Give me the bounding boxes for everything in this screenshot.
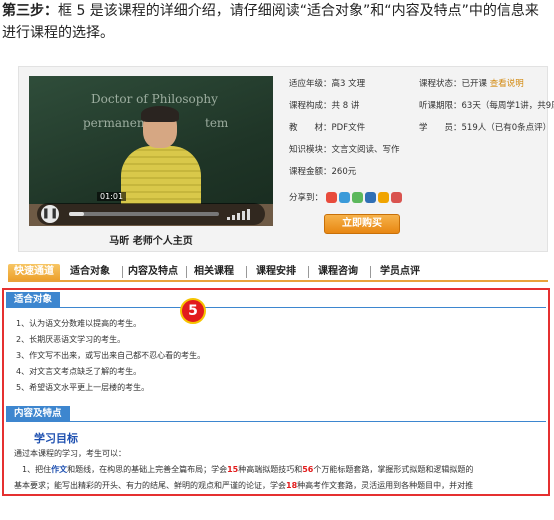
info-row-period: 听课期限：63天（每周学1讲，共9周） [419,99,554,113]
goal-text: 基本要求；能写出精彩的开头、有力的结尾、鲜明的观点和严谨的论证，学会 [14,481,286,490]
goal-paragraph-line-1: 1、把住作文和题线，在构思的基础上完善全篇布局；学会15种高端拟题技巧和56个万… [22,462,473,478]
volume-icon[interactable] [227,208,257,220]
list-item: 3、作文写不出来，或写出来自己都不忍心看的考生。 [16,351,206,360]
info-row-students: 学 员：519人（已有0条点评） [419,121,551,135]
share-kaixin-icon[interactable] [364,192,376,203]
step-label: 第三步： [2,3,58,19]
instruction-line-1: 框 5 是该课程的详细介绍，请仔细阅读“适合对象”和“内容及特点”中的信息来 [58,3,539,19]
video-player[interactable]: Doctor of Philosophy permanent tem ❚❚ 01… [29,76,273,226]
goal-highlight: 作文 [51,465,68,474]
goal-text: 1、把住 [22,465,52,474]
course-summary-box: Doctor of Philosophy permanent tem ❚❚ 01… [18,66,554,252]
info-row-module: 知识模块：文言文阅读、写作 [289,143,400,157]
section-divider [6,307,546,308]
status-label: 课程状态： [419,79,462,89]
goal-text: 种高考作文套路，灵活运用到各种题目中，并对推 [297,481,474,490]
goal-text: 个万能标题套路，掌握形式拟题和逻辑拟题的 [313,465,474,474]
goal-highlight: 15 [227,465,239,474]
instruction-text: 第三步：框 5 是该课程的详细介绍，请仔细阅读“适合对象”和“内容及特点”中的信… [0,0,554,44]
tab-related[interactable]: 相关课程 [194,264,234,280]
list-item: 2、长期厌恶语文学习的考生。 [16,335,126,344]
price-value: 260元 [331,167,357,177]
tab-content[interactable]: 内容及特点 [128,264,178,280]
info-row-material: 教 材：PDF文件 [289,121,365,135]
share-label: 分享到： [289,193,324,203]
chalk-text-1: Doctor of Philosophy [91,92,218,106]
share-tencent-icon[interactable] [390,192,402,203]
tab-consult[interactable]: 课程咨询 [318,264,358,280]
video-progress-fill [69,212,84,216]
status-help-link[interactable]: 查看说明 [490,79,524,89]
module-label: 知识模块： [289,145,332,155]
video-controls: ❚❚ 01:01 [37,192,265,225]
goal-title: 学习目标 [34,432,78,445]
list-item: 5、希望语文水平更上一层楼的考生。 [16,383,150,392]
info-row-lessons: 课程构成：共 8 讲 [289,99,359,113]
video-time: 01:01 [97,192,127,201]
lessons-label: 课程构成： [289,101,332,111]
goal-highlight: 18 [286,481,298,490]
goal-highlight: 56 [302,465,314,474]
suitable-list: 1、认为语文分数难以提高的考生。 2、长期厌恶语文学习的考生。 3、作文写不出来… [16,316,205,396]
lessons-value: 共 8 讲 [331,101,360,111]
share-qzone-icon[interactable] [325,192,337,203]
course-tabs: 快速通道 适合对象 内容及特点 相关课程 课程安排 课程咨询 学员点评 [8,262,548,282]
video-progress-bar[interactable] [69,212,219,216]
students-value: 519人（已有0条点评） [461,123,552,133]
tab-schedule[interactable]: 课程安排 [256,264,296,280]
students-label: 学 员： [419,123,462,133]
quick-access-label: 快速通道 [8,264,60,280]
material-label: 教 材： [289,123,332,133]
list-item: 4、对文言文考点缺乏了解的考生。 [16,367,142,376]
grade-value: 高3 文理 [331,79,366,89]
pause-icon[interactable]: ❚❚ [41,205,59,223]
module-value: 文言文阅读、写作 [331,145,400,155]
section-divider [6,421,546,422]
goal-text: 和题线，在构思的基础上完善全篇布局；学会 [67,465,228,474]
course-detail-panel: 适合对象 5 1、认为语文分数难以提高的考生。 2、长期厌恶语文学习的考生。 3… [2,288,550,496]
teacher-homepage-link[interactable]: 马昕 老师个人主页 [29,232,273,247]
tab-suitable[interactable]: 适合对象 [70,264,110,280]
instruction-line-2: 进行课程的选择。 [2,25,114,41]
tab-reviews[interactable]: 学员点评 [380,264,420,280]
status-value: 已开课 [461,79,488,89]
list-item: 1、认为语文分数难以提高的考生。 [16,319,142,328]
goal-text: 种高端拟题技巧和 [238,465,303,474]
content-section-title: 内容及特点 [6,406,70,422]
period-value: 63天（每周学1讲，共9周） [461,101,554,111]
period-label: 听课期限： [419,101,462,111]
share-weibo-icon[interactable] [338,192,350,203]
suitable-section-title: 适合对象 [6,292,61,308]
goal-intro: 通过本课程的学习，考生可以： [14,449,126,458]
info-row-price: 课程金额：260元 [289,165,356,179]
grade-label: 适应年级： [289,79,332,89]
share-douban-icon[interactable] [377,192,389,203]
material-value: PDF文件 [331,123,366,133]
info-row-status: 课程状态：已开课 查看说明 [419,77,524,91]
price-label: 课程金额： [289,167,332,177]
share-renren-icon[interactable] [351,192,363,203]
share-bar: 分享到： [289,191,404,205]
buy-now-button[interactable]: 立即购买 [324,214,400,234]
chalk-text-3: tem [205,116,229,130]
goal-paragraph-line-2: 基本要求；能写出精彩的开头、有力的结尾、鲜明的观点和严谨的论证，学会18种高考作… [14,478,473,494]
info-row-grade: 适应年级：高3 文理 [289,77,365,91]
